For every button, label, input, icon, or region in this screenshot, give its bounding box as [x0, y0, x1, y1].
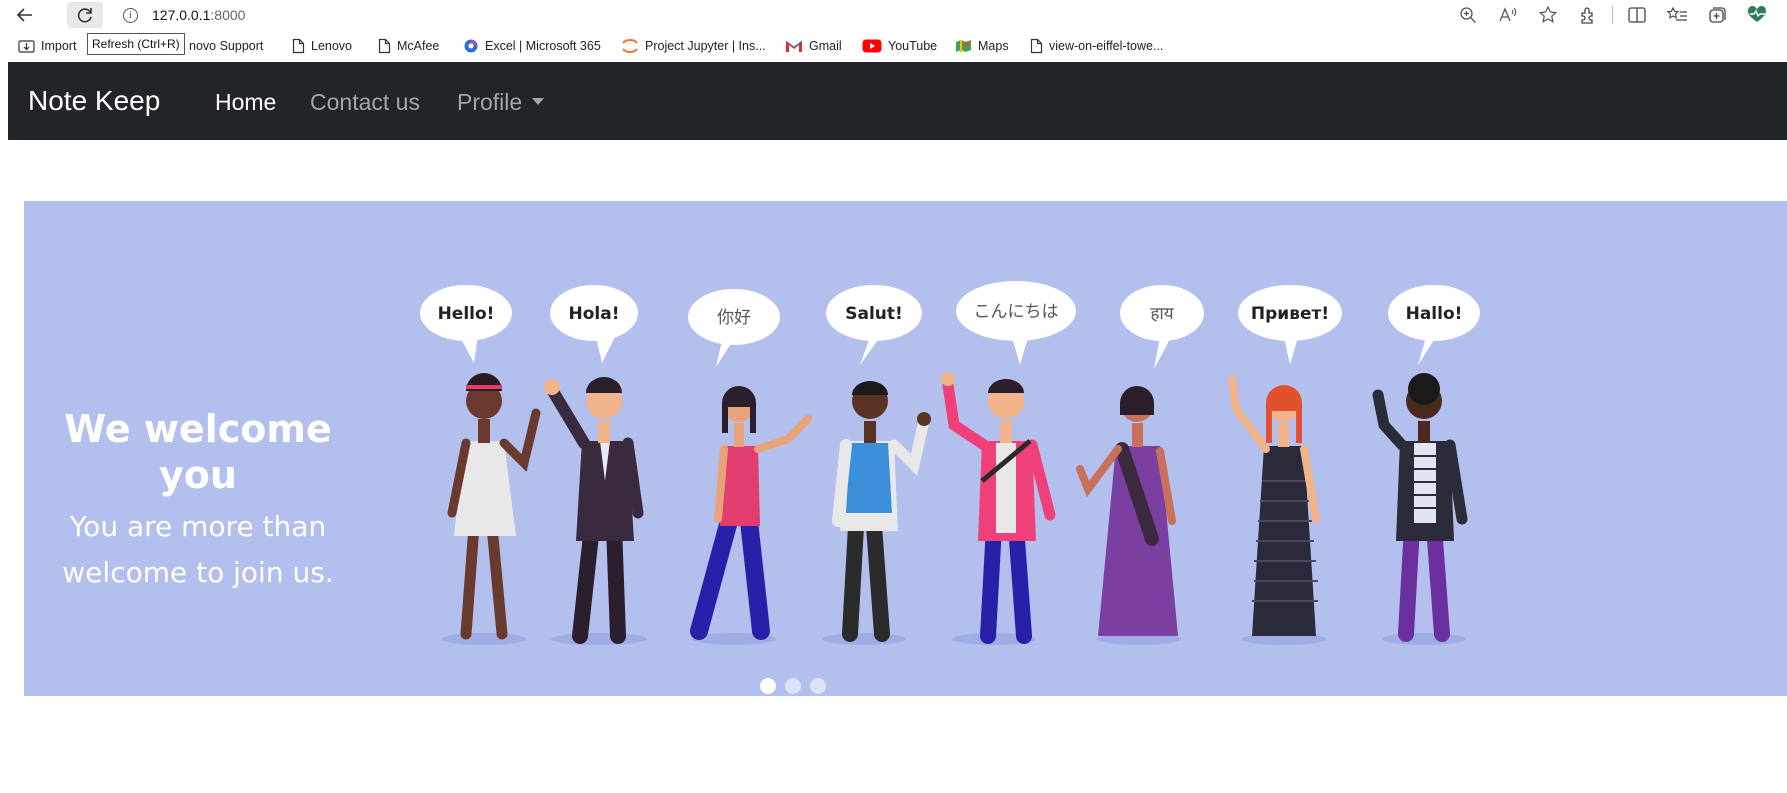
carousel-heading: We welcome you	[64, 407, 332, 497]
nav-dropdown-profile[interactable]: Profile	[457, 62, 545, 140]
page-icon	[292, 38, 305, 54]
people-greeting-illustration: Hello! Hola! 你好 Salut! こんにちは हाय Привет!…	[420, 281, 1480, 645]
bubble-text: Hola!	[569, 304, 620, 324]
browser-actions	[1448, 3, 1777, 27]
person-4	[832, 381, 931, 642]
nav-link-profile-label: Profile	[457, 89, 523, 115]
bookmark-label: Lenovo	[311, 39, 353, 53]
nav-link-home[interactable]: Home	[215, 62, 276, 140]
bookmark-label: Project Jupyter | Ins...	[645, 39, 766, 53]
back-arrow-icon[interactable]	[10, 3, 40, 27]
refresh-tooltip: Refresh (Ctrl+R)	[87, 33, 185, 55]
import-icon	[18, 39, 35, 54]
site-info-icon[interactable]: i	[123, 7, 138, 23]
bookmark-label: Gmail	[809, 39, 842, 53]
bookmark-label: novo Support	[189, 39, 264, 53]
bubble-text: 你好	[717, 308, 751, 328]
extensions-icon[interactable]	[1568, 3, 1608, 27]
nav-link-contact[interactable]: Contact us	[310, 62, 420, 140]
bookmark-jupyter[interactable]: Project Jupyter | Ins...	[621, 37, 766, 55]
speech-bubbles: Hello! Hola! 你好 Salut! こんにちは हाय Привет!…	[420, 281, 1480, 369]
person-7	[1228, 375, 1320, 636]
url-port: :8000	[210, 7, 246, 23]
bookmark-label: Import	[41, 39, 77, 53]
browser-essentials-heart-icon[interactable]	[1737, 3, 1777, 27]
person-8	[1372, 373, 1468, 642]
bookmark-label: YouTube	[888, 39, 938, 53]
bubble-text: Hello!	[438, 304, 495, 324]
carousel-indicators	[760, 678, 826, 694]
bookmark-gmail[interactable]: Gmail	[785, 37, 842, 55]
carousel-indicator-3[interactable]	[810, 678, 826, 694]
browser-toolbar: i 127.0.0.1:8000	[0, 0, 1787, 30]
bubble-text: こんにちは	[974, 302, 1059, 322]
bookmark-label: Maps	[978, 39, 1009, 53]
split-screen-icon[interactable]	[1617, 3, 1657, 27]
bookmark-lenovo[interactable]: Lenovo	[292, 37, 352, 55]
bookmarks-bar: Import novo Support Lenovo McAfee Excel …	[0, 31, 1787, 61]
read-aloud-icon[interactable]	[1488, 3, 1528, 27]
youtube-icon	[862, 39, 882, 53]
jupyter-icon	[621, 38, 639, 54]
collections-icon[interactable]	[1697, 3, 1737, 27]
bookmark-mcafee[interactable]: McAfee	[378, 37, 439, 55]
bubble-text: Salut!	[845, 304, 903, 324]
navbar-brand[interactable]: Note Keep	[28, 62, 160, 140]
carousel-indicator-1[interactable]	[760, 678, 776, 694]
caret-down-icon	[532, 98, 545, 106]
bubble-text: Hallo!	[1406, 304, 1463, 324]
zoom-icon[interactable]	[1448, 3, 1488, 27]
bookmark-label: view-on-eiffel-towe...	[1049, 39, 1164, 53]
bookmark-excel[interactable]: Excel | Microsoft 365	[463, 37, 601, 55]
bubble-text: हाय	[1150, 304, 1174, 324]
person-2	[544, 377, 644, 644]
favorites-list-icon[interactable]	[1657, 3, 1697, 27]
carousel-text: You are more than welcome to join us.	[62, 510, 334, 589]
bookmark-label: McAfee	[397, 39, 440, 53]
bookmark-import[interactable]: Import	[18, 37, 76, 55]
bookmark-youtube[interactable]: YouTube	[862, 37, 937, 55]
site-navbar: Note Keep Home Contact us Profile	[8, 62, 1787, 140]
carousel-caption: We welcome you You are more than welcome…	[24, 406, 372, 596]
address-bar[interactable]: i 127.0.0.1:8000	[123, 3, 1313, 27]
person-1	[447, 373, 541, 640]
bookmark-label: Excel | Microsoft 365	[485, 39, 601, 53]
person-6	[1076, 386, 1178, 636]
office-icon	[463, 38, 479, 54]
gmail-icon	[785, 39, 803, 53]
hero-carousel: We welcome you You are more than welcome…	[24, 201, 1787, 696]
bookmark-eiffel[interactable]: view-on-eiffel-towe...	[1030, 37, 1163, 55]
bookmark-lenovo-support[interactable]: novo Support	[189, 37, 263, 55]
bubble-text: Привет!	[1251, 304, 1329, 324]
page-icon	[378, 38, 391, 54]
refresh-icon[interactable]	[70, 3, 100, 27]
toolbar-separator	[1612, 6, 1613, 24]
person-5	[941, 372, 1056, 644]
url-host: 127.0.0.1	[152, 7, 211, 23]
maps-icon	[955, 38, 972, 54]
carousel-indicator-2[interactable]	[785, 678, 801, 694]
favorite-star-icon[interactable]	[1528, 3, 1568, 27]
page-icon	[1030, 38, 1043, 54]
bookmark-maps[interactable]: Maps	[955, 37, 1009, 55]
person-3	[690, 386, 812, 640]
